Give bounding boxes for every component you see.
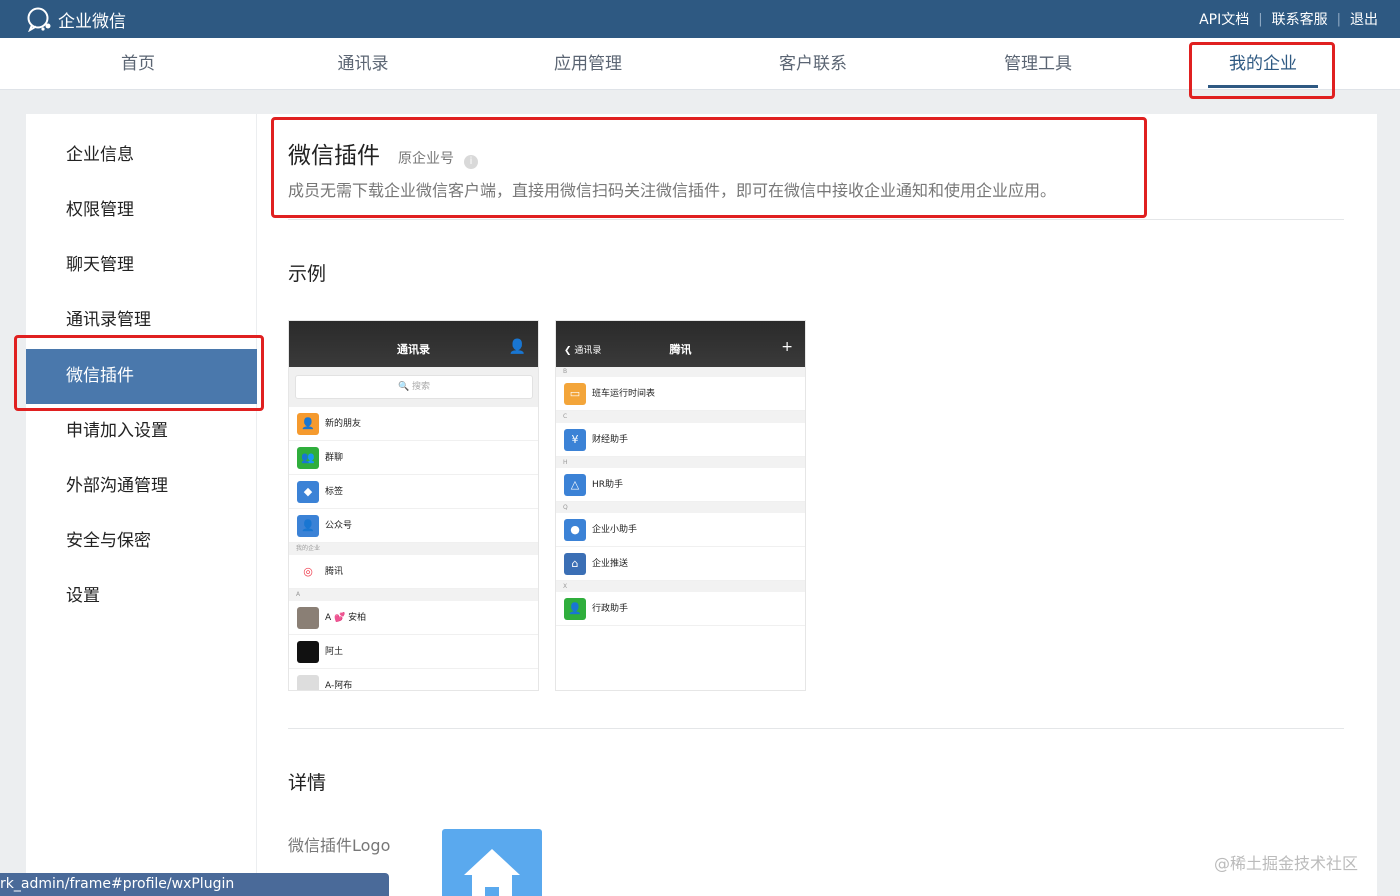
logout-link[interactable]: 退出 bbox=[1350, 9, 1378, 29]
official-account-icon: 👤 bbox=[297, 515, 319, 537]
sidebar-item-external-communication[interactable]: 外部沟通管理 bbox=[26, 459, 257, 514]
group-header: A bbox=[289, 589, 538, 601]
content-card: 企业信息 权限管理 聊天管理 通讯录管理 微信插件 申请加入设置 外部沟通管理 … bbox=[26, 114, 1377, 896]
contact-support-link[interactable]: 联系客服 bbox=[1272, 9, 1328, 29]
tencent-logo-icon: ◎ bbox=[297, 561, 319, 583]
plugin-logo[interactable] bbox=[442, 829, 542, 896]
list-item: ¥ 财经助手 bbox=[556, 423, 805, 457]
yuan-icon: ¥ bbox=[564, 429, 586, 451]
sidebar-item-security[interactable]: 安全与保密 bbox=[26, 514, 257, 569]
plus-icon: + bbox=[781, 339, 793, 355]
list-item: ⌂ 企业推送 bbox=[556, 547, 805, 581]
wecom-logo-icon bbox=[27, 7, 51, 32]
list-item: A-阿布 bbox=[289, 669, 538, 690]
main-content: 微信插件 原企业号 i 成员无需下载企业微信客户端，直接用微信扫码关注微信插件，… bbox=[288, 114, 1344, 896]
nav-home[interactable]: 首页 bbox=[63, 38, 213, 90]
group-header: 我的企业 bbox=[289, 543, 538, 555]
divider bbox=[288, 219, 1344, 220]
plugin-logo-label: 微信插件Logo bbox=[288, 836, 391, 855]
sidebar-item-join-settings[interactable]: 申请加入设置 bbox=[26, 404, 257, 459]
search-placeholder: 搜索 bbox=[412, 382, 431, 392]
sidebar-item-company-info[interactable]: 企业信息 bbox=[26, 128, 257, 183]
phone-search-box: 🔍 搜索 bbox=[295, 375, 533, 399]
hr-icon: △ bbox=[564, 474, 586, 496]
avatar bbox=[297, 641, 319, 663]
nav-app-management[interactable]: 应用管理 bbox=[513, 38, 663, 90]
list-item: ▭ 班车运行时间表 bbox=[556, 377, 805, 411]
group-header: H bbox=[556, 457, 805, 468]
bus-icon: ▭ bbox=[564, 383, 586, 405]
nav-management-tools[interactable]: 管理工具 bbox=[963, 38, 1113, 90]
api-docs-link[interactable]: API文档 bbox=[1199, 9, 1249, 29]
example-phone-contacts: 通讯录 👤 🔍 搜索 👤 新的朋友 👥 群聊 ◆ 标签 👤 公众号 我的企业 ◎… bbox=[288, 320, 539, 691]
group-header: C bbox=[556, 411, 805, 423]
watermark: @稀土掘金技术社区 bbox=[1214, 854, 1359, 873]
list-item: 👤 公众号 bbox=[289, 509, 538, 543]
chat-icon: ● bbox=[564, 519, 586, 541]
list-item: 👤 行政助手 bbox=[556, 592, 805, 626]
group-header: X bbox=[556, 581, 805, 592]
phone-title: 腾讯 bbox=[669, 343, 692, 356]
phone-header: 通讯录 👤 bbox=[289, 321, 538, 367]
annotation-box-nav bbox=[1189, 42, 1335, 99]
annotation-box-sidebar bbox=[14, 335, 264, 411]
nav-contacts[interactable]: 通讯录 bbox=[288, 38, 438, 90]
annotation-box-title bbox=[271, 117, 1147, 218]
example-phone-company: ❮ 通讯录 腾讯 + B ▭ 班车运行时间表 C ¥ 财经助手 H △ HR助手… bbox=[555, 320, 806, 691]
top-links: API文档 | 联系客服 | 退出 bbox=[1199, 0, 1378, 38]
app-logo[interactable]: 企业微信 bbox=[26, 6, 126, 32]
list-item: 👤 新的朋友 bbox=[289, 407, 538, 441]
group-header: Q bbox=[556, 502, 805, 513]
list-item: 👥 群聊 bbox=[289, 441, 538, 475]
list-item: ◎ 腾讯 bbox=[289, 555, 538, 589]
phone-header: ❮ 通讯录 腾讯 + bbox=[556, 321, 805, 367]
example-section-title: 示例 bbox=[288, 263, 327, 285]
avatar bbox=[297, 607, 319, 629]
admin-icon: 👤 bbox=[564, 598, 586, 620]
divider bbox=[288, 728, 1344, 729]
group-header: B bbox=[556, 367, 805, 377]
list-item: △ HR助手 bbox=[556, 468, 805, 502]
detail-section-title: 详情 bbox=[288, 772, 327, 794]
avatar bbox=[297, 675, 319, 690]
phone-title: 通讯录 bbox=[397, 343, 430, 356]
sidebar: 企业信息 权限管理 聊天管理 通讯录管理 微信插件 申请加入设置 外部沟通管理 … bbox=[26, 114, 257, 896]
sidebar-item-chat-management[interactable]: 聊天管理 bbox=[26, 238, 257, 293]
user-plus-icon: 👤 bbox=[297, 413, 319, 435]
app-name: 企业微信 bbox=[58, 11, 126, 32]
list-item: A 💕 安柏 bbox=[289, 601, 538, 635]
nav-customer-contact[interactable]: 客户联系 bbox=[738, 38, 888, 90]
group-icon: 👥 bbox=[297, 447, 319, 469]
status-bar-url: rk_admin/frame#profile/wxPlugin bbox=[0, 873, 389, 896]
list-item: ◆ 标签 bbox=[289, 475, 538, 509]
list-item: ● 企业小助手 bbox=[556, 513, 805, 547]
sidebar-item-permissions[interactable]: 权限管理 bbox=[26, 183, 257, 238]
add-friend-icon: 👤 bbox=[508, 339, 526, 355]
home-icon bbox=[464, 849, 520, 896]
sidebar-item-settings[interactable]: 设置 bbox=[26, 569, 257, 624]
tag-icon: ◆ bbox=[297, 481, 319, 503]
link-separator: | bbox=[1336, 11, 1341, 27]
link-separator: | bbox=[1258, 11, 1263, 27]
top-bar: 企业微信 API文档 | 联系客服 | 退出 bbox=[0, 0, 1400, 38]
home-icon: ⌂ bbox=[564, 553, 586, 575]
list-item: 阿土 bbox=[289, 635, 538, 669]
